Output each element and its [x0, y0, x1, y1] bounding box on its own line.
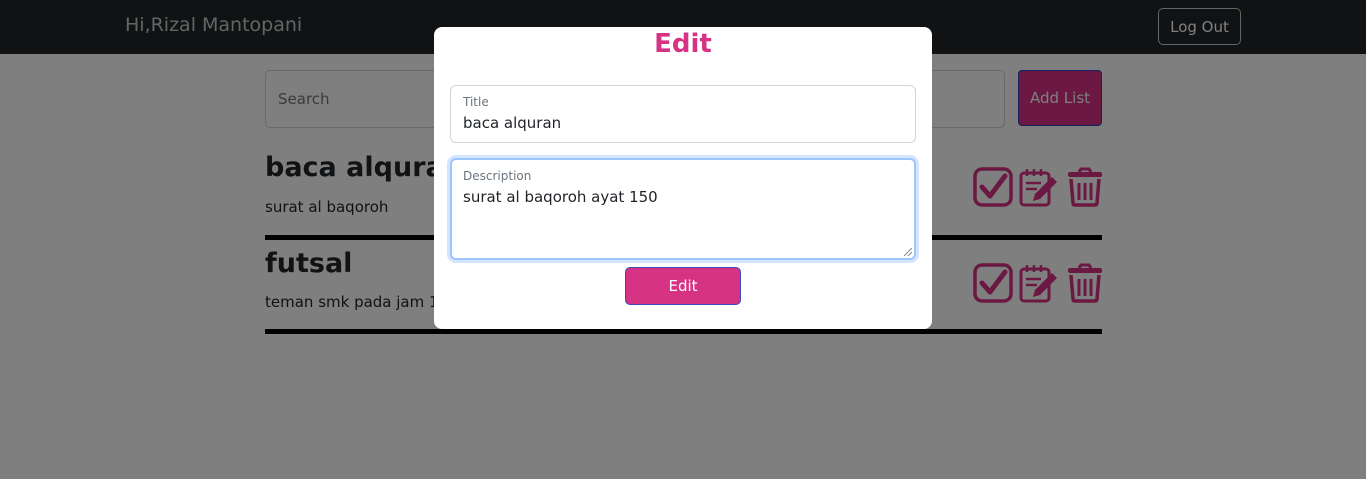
edit-modal: Edit Title baca alquran Description sura…: [434, 27, 932, 329]
modal-title: Edit: [654, 29, 712, 59]
description-textarea[interactable]: surat al baqoroh ayat 150: [463, 188, 658, 206]
title-input[interactable]: baca alquran: [463, 114, 561, 132]
edit-submit-button[interactable]: Edit: [625, 267, 741, 305]
description-field[interactable]: Description surat al baqoroh ayat 150: [450, 158, 916, 260]
title-label: Title: [463, 95, 489, 109]
title-field[interactable]: Title baca alquran: [450, 85, 916, 143]
description-label: Description: [463, 169, 532, 183]
resize-handle-icon[interactable]: [904, 248, 912, 256]
